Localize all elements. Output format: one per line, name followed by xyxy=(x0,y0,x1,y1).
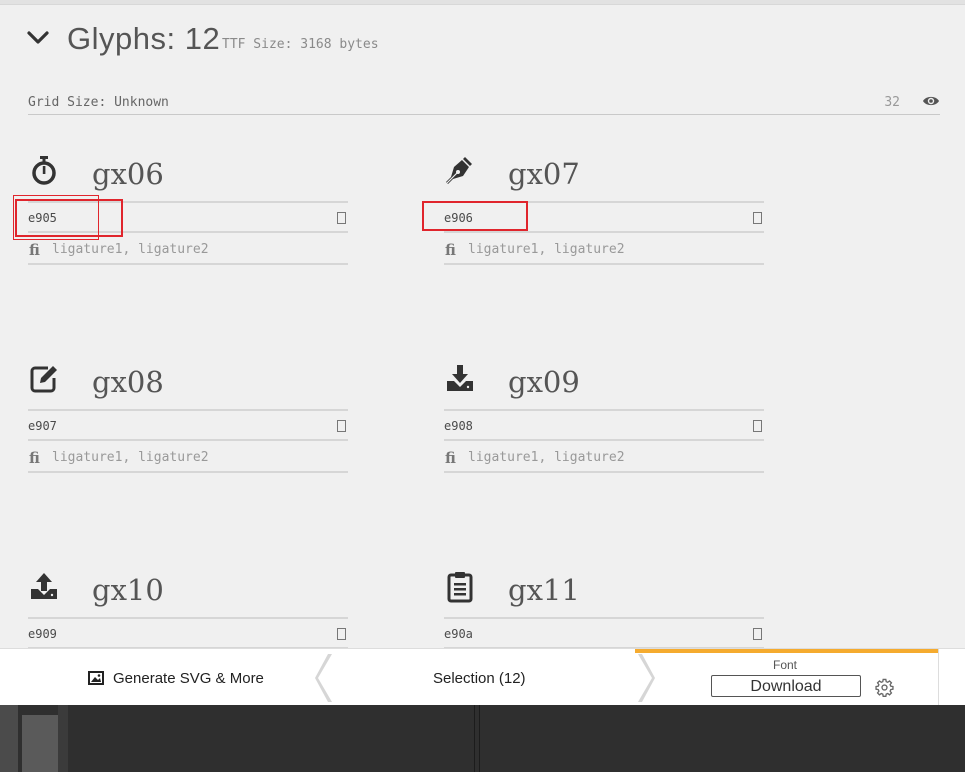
ligature-icon: ﬁ xyxy=(445,241,456,259)
toolbar-divider xyxy=(938,649,939,706)
glyph-name: gx08 xyxy=(92,365,164,399)
glyph-preview-box xyxy=(337,420,346,432)
panel-splitter[interactable] xyxy=(474,705,480,772)
dark-footer-strip xyxy=(0,705,965,772)
glyph-preview-box xyxy=(753,628,762,640)
glyph-preview-box xyxy=(753,420,762,432)
glyph-ligatures[interactable]: ligature1, ligature2 xyxy=(468,242,625,257)
glyph-name: gx09 xyxy=(508,365,580,399)
scrollbar-track xyxy=(0,705,18,772)
ligature-icon: ﬁ xyxy=(445,449,456,467)
edit-icon xyxy=(28,363,60,395)
grid-size-value[interactable]: 32 xyxy=(884,95,900,110)
upload-tray-icon xyxy=(28,571,60,603)
glyph-ligatures[interactable]: ligature1, ligature2 xyxy=(468,450,625,465)
ligature-icon: ﬁ xyxy=(29,241,40,259)
glyph-ligatures[interactable]: ligature1, ligature2 xyxy=(52,450,209,465)
glyph-preview-box xyxy=(337,212,346,224)
glyph-code-field[interactable]: e907 xyxy=(28,409,348,441)
image-icon xyxy=(88,671,104,685)
panel-edge xyxy=(58,705,68,772)
grid-size-label: Grid Size: Unknown xyxy=(28,95,169,110)
ligature-icon: ﬁ xyxy=(29,449,40,467)
download-button[interactable]: Download xyxy=(711,675,861,697)
pen-nib-icon xyxy=(444,155,476,187)
chevron-left-icon xyxy=(315,654,332,702)
glyph-code[interactable]: e909 xyxy=(28,627,57,641)
glyphs-title: Glyphs: 12 xyxy=(67,21,221,56)
glyph-code[interactable]: e90a xyxy=(444,627,473,641)
glyph-name: gx11 xyxy=(508,573,580,607)
glyph-ligature-field[interactable]: ﬁ ligature1, ligature2 xyxy=(444,441,764,473)
bottom-toolbar: Generate SVG & More Selection (12) Font … xyxy=(0,648,965,706)
font-label: Font xyxy=(773,658,798,672)
glyph-ligature-field[interactable]: ﬁ ligature1, ligature2 xyxy=(28,441,348,473)
glyph-code[interactable]: e907 xyxy=(28,419,57,433)
glyph-preview-box xyxy=(753,212,762,224)
gear-icon[interactable] xyxy=(875,678,894,697)
grid-size-row: Grid Size: Unknown 32 xyxy=(28,92,940,115)
glyph-ligatures[interactable]: ligature1, ligature2 xyxy=(52,242,209,257)
glyph-code[interactable]: e908 xyxy=(444,419,473,433)
glyph-preview-box xyxy=(337,628,346,640)
collapse-chevron-icon[interactable] xyxy=(26,28,52,48)
generate-svg-button[interactable]: Generate SVG & More xyxy=(88,667,264,689)
glyph-ligature-field[interactable]: ﬁ ligature1, ligature2 xyxy=(444,233,764,265)
download-tray-icon xyxy=(444,363,476,395)
highlight-box xyxy=(422,201,528,231)
glyph-name: gx06 xyxy=(92,157,164,191)
top-border xyxy=(0,0,965,5)
glyph-code-field[interactable]: e908 xyxy=(444,409,764,441)
glyph-code-field[interactable]: e90a xyxy=(444,617,764,649)
scrollbar-thumb[interactable] xyxy=(22,715,58,772)
generate-svg-label: Generate SVG & More xyxy=(113,669,264,687)
stopwatch-icon xyxy=(28,155,60,187)
glyph-name: gx07 xyxy=(508,157,580,191)
clipboard-icon xyxy=(444,571,476,603)
glyph-name: gx10 xyxy=(92,573,164,607)
ttf-size-label: TTF Size: 3168 bytes xyxy=(222,37,379,52)
highlight-box-inner xyxy=(13,195,99,240)
eye-icon[interactable] xyxy=(922,94,940,108)
glyph-code-field[interactable]: e909 xyxy=(28,617,348,649)
font-panel: Font Download xyxy=(635,649,939,706)
selection-button[interactable]: Selection (12) xyxy=(433,670,526,687)
